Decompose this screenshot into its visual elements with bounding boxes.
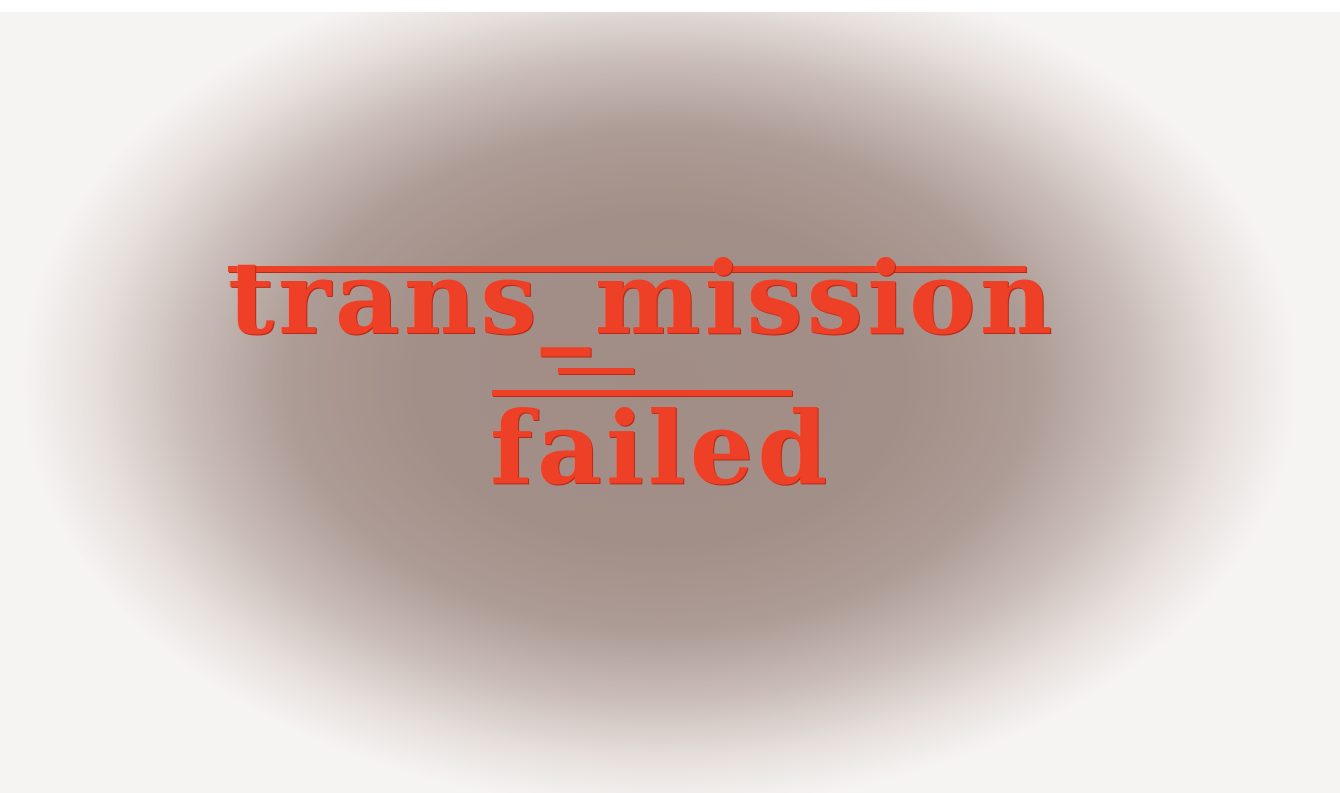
error-screen: trans_mission failed [0,0,1340,793]
error-message: trans_mission failed [0,0,1340,793]
underscore-bar [558,368,634,374]
error-message-line-1: trans_mission [228,239,1057,357]
error-message-line-2: failed [490,389,832,507]
